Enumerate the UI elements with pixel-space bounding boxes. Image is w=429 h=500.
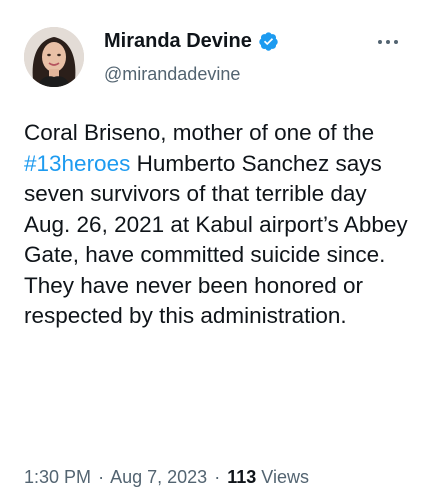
- views-label: Views: [261, 467, 309, 487]
- more-options-icon[interactable]: [370, 30, 406, 54]
- tweet-meta: 1:30 PM · Aug 7, 2023 · 113 Views: [24, 465, 309, 489]
- tweet: Miranda Devine @mirandadevine Coral Bris…: [0, 0, 429, 500]
- tweet-date[interactable]: Aug 7, 2023: [110, 467, 207, 487]
- tweet-text-before: Coral Briseno, mother of one of the: [24, 120, 375, 145]
- author-display-name[interactable]: Miranda Devine: [104, 28, 252, 54]
- tweet-text: Coral Briseno, mother of one of the #13h…: [24, 118, 414, 332]
- tweet-text-after: Humberto Sanchez says seven survivors of…: [24, 150, 408, 329]
- author-name-row: Miranda Devine: [104, 28, 279, 54]
- verified-badge-icon: [258, 31, 279, 52]
- tweet-time[interactable]: 1:30 PM: [24, 467, 91, 487]
- meta-separator: ·: [214, 467, 221, 487]
- avatar[interactable]: [24, 27, 84, 87]
- author-handle[interactable]: @mirandadevine: [104, 62, 240, 86]
- meta-separator: ·: [98, 467, 105, 487]
- views-count: 113: [227, 467, 257, 487]
- hashtag-link[interactable]: #13heroes: [24, 151, 130, 176]
